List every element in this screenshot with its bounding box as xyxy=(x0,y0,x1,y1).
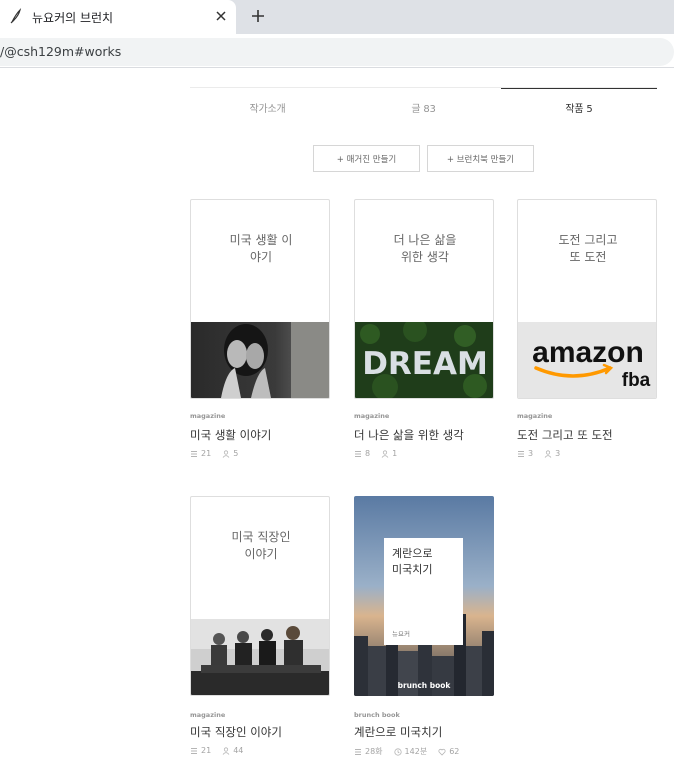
tab-works[interactable]: 작품 5 xyxy=(501,88,657,126)
brunch-pen-icon xyxy=(8,8,24,24)
magazine-card[interactable]: 미국 직장인 이야기 xyxy=(190,496,330,696)
list-icon xyxy=(354,450,362,458)
cover-image-amazon: amazon fba xyxy=(518,322,656,398)
clock-icon xyxy=(393,747,402,756)
dream-text: DREAM xyxy=(362,346,488,382)
post-count: 21 xyxy=(201,746,212,755)
card-title[interactable]: 미국 직장인 이야기 xyxy=(190,724,282,740)
magazine-card[interactable]: 더 나은 삶을 위한 생각 DREAM xyxy=(354,199,494,399)
post-count: 21 xyxy=(201,449,212,458)
browser-toolbar: /@csh129m#works xyxy=(0,34,674,68)
brunchbook-card[interactable]: 계란으로 미국치기 뉴요커 brunch book xyxy=(354,496,494,696)
card-stats: 28화 142분 62 xyxy=(354,746,459,757)
card-cover-title: 더 나은 삶을 위한 생각 xyxy=(393,233,457,264)
subscriber-count: 5 xyxy=(233,449,239,458)
card-type: brunch book xyxy=(354,711,400,719)
heart-icon xyxy=(438,748,446,756)
tab-author-intro[interactable]: 작가소개 xyxy=(190,88,345,126)
magazine-card[interactable]: 도전 그리고 또 도전 amazon fba xyxy=(517,199,657,399)
list-icon xyxy=(190,747,198,755)
card-stats: 21 5 xyxy=(190,449,238,458)
fba-text: fba xyxy=(622,370,651,391)
read-time: 142분 xyxy=(404,747,428,756)
tab-posts[interactable]: 글 83 xyxy=(346,88,501,126)
browser-tab-title: 뉴요커의 브런치 xyxy=(32,11,114,25)
card-cover-title: 미국 직장인 이야기 xyxy=(231,530,291,561)
card-type: magazine xyxy=(190,412,226,420)
subscriber-count: 44 xyxy=(233,746,244,755)
browser-tab[interactable]: 뉴요커의 브런치 xyxy=(0,0,236,34)
book-cover-author: 뉴요커 xyxy=(392,630,410,638)
profile-tabs: 작가소개 글 83 작품 5 xyxy=(190,88,657,126)
card-stats: 8 1 xyxy=(354,449,397,458)
card-type: magazine xyxy=(517,412,553,420)
book-cover-label: 계란으로 미국치기 뉴요커 xyxy=(384,538,463,645)
create-magazine-button[interactable]: + 매거진 만들기 xyxy=(313,145,420,172)
card-title[interactable]: 계란으로 미국치기 xyxy=(354,724,442,740)
card-cover-title: 미국 생활 이 야기 xyxy=(229,233,293,264)
magazine-card[interactable]: 미국 생활 이 야기 xyxy=(190,199,330,399)
url-text: /@csh129m#works xyxy=(0,44,122,59)
list-icon xyxy=(517,450,525,458)
episode-count: 28화 xyxy=(365,747,383,756)
amazon-wordmark: amazon xyxy=(532,336,644,369)
card-stats: 21 44 xyxy=(190,746,243,755)
card-title[interactable]: 미국 생활 이야기 xyxy=(190,427,271,443)
browser-tab-strip: 뉴요커의 브런치 xyxy=(0,0,674,34)
card-type: magazine xyxy=(354,412,390,420)
subscriber-count: 1 xyxy=(392,449,398,458)
create-brunchbook-button[interactable]: + 브런치북 만들기 xyxy=(427,145,534,172)
card-stats: 3 3 xyxy=(517,449,560,458)
list-icon xyxy=(354,748,362,756)
address-bar[interactable]: /@csh129m#works xyxy=(0,38,674,66)
subscriber-icon xyxy=(381,449,389,458)
subscriber-icon xyxy=(222,746,230,755)
card-title[interactable]: 더 나은 삶을 위한 생각 xyxy=(354,427,464,443)
cover-image-woman xyxy=(191,322,329,398)
card-type: magazine xyxy=(190,711,226,719)
new-tab-icon[interactable] xyxy=(248,6,268,26)
cover-image-dream: DREAM xyxy=(355,318,493,398)
subscriber-icon xyxy=(222,449,230,458)
list-icon xyxy=(190,450,198,458)
brunchbook-logo: brunch book xyxy=(397,681,451,690)
subscriber-icon xyxy=(544,449,552,458)
subscriber-count: 3 xyxy=(555,449,561,458)
like-count: 62 xyxy=(449,747,460,756)
card-title[interactable]: 도전 그리고 또 도전 xyxy=(517,427,613,443)
cover-image-office xyxy=(191,619,329,695)
card-cover-title: 도전 그리고 또 도전 xyxy=(558,233,618,264)
book-cover-title: 계란으로 미국치기 xyxy=(392,547,433,576)
close-icon[interactable] xyxy=(212,7,230,25)
post-count: 8 xyxy=(365,449,371,458)
post-count: 3 xyxy=(528,449,534,458)
